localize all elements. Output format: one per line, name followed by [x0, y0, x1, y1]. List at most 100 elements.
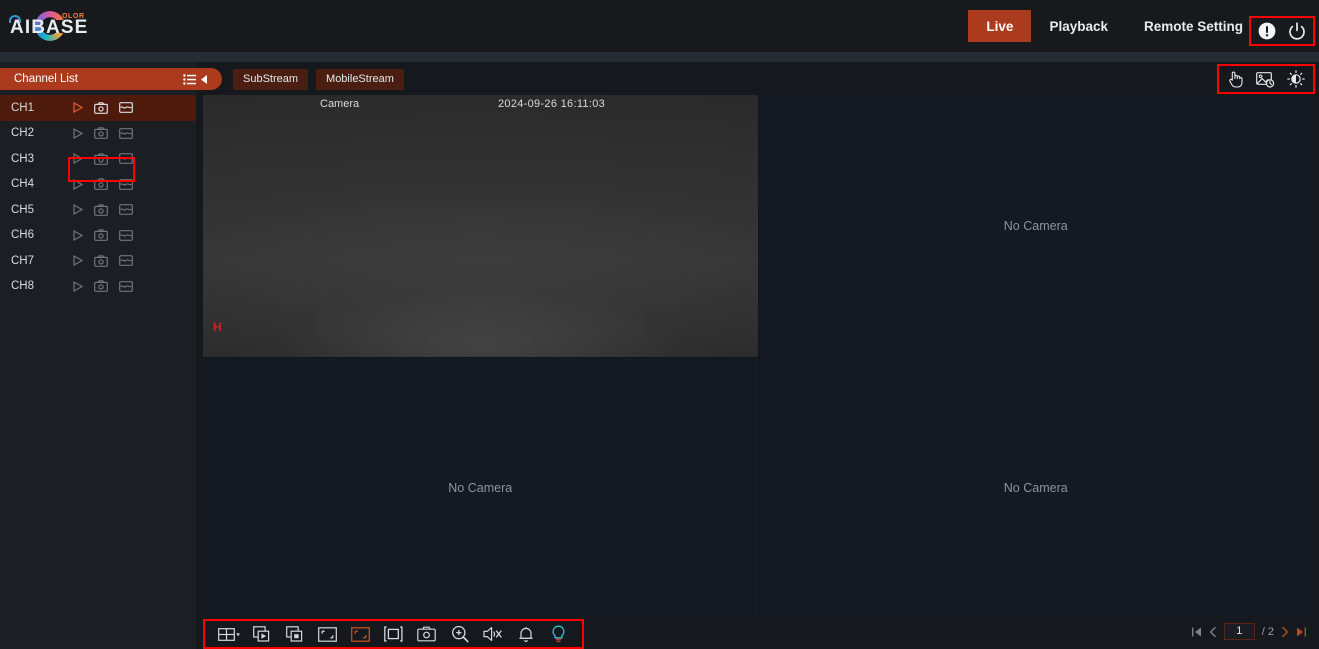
brand-logo: AIBASE OLOR [6, 8, 88, 44]
snapshot-icon[interactable] [94, 203, 108, 216]
play-icon[interactable] [72, 102, 83, 114]
channel-row-ch3[interactable]: CH3 [0, 146, 196, 172]
app-root: AIBASE OLOR Live Playback Remote Setting… [0, 0, 1319, 649]
app-header: AIBASE OLOR Live Playback Remote Setting [0, 0, 1319, 52]
mobilestream-button[interactable]: MobileStream [316, 69, 404, 90]
record-icon[interactable] [119, 178, 133, 190]
channel-actions [72, 127, 133, 140]
channel-list-header[interactable]: Channel List [0, 68, 222, 90]
channel-sidebar: Channel List CH1 CH2 CH3 CH4 CH5 CH6 CH7… [0, 62, 222, 649]
play-icon[interactable] [72, 127, 83, 139]
play-icon[interactable] [72, 229, 83, 241]
main-nav: Live Playback Remote Setting [968, 10, 1261, 42]
pagination: 1 / 2 [1191, 623, 1307, 640]
alarm-bell-icon[interactable] [509, 626, 542, 643]
collapse-left-icon[interactable] [201, 74, 208, 84]
channel-actions [72, 229, 133, 242]
video-cell-2[interactable]: No Camera [758, 95, 1313, 357]
bottom-bar: 1 / 2 [203, 619, 1313, 649]
snapshot-icon[interactable] [410, 626, 443, 642]
play-icon[interactable] [72, 153, 83, 165]
video-stream-image [203, 95, 758, 357]
original-proportion-icon[interactable] [311, 626, 344, 642]
no-camera-label: No Camera [1003, 481, 1068, 496]
page-number-input[interactable]: 1 [1223, 623, 1255, 640]
snapshot-icon[interactable] [94, 254, 108, 267]
stream-quality-flag: H [213, 319, 222, 334]
nav-tab-playback[interactable]: Playback [1031, 10, 1126, 42]
channel-row-ch6[interactable]: CH6 [0, 223, 196, 249]
channel-list-header-icons [183, 73, 208, 85]
channel-label: CH1 [11, 101, 35, 114]
video-cell-3[interactable]: No Camera [203, 357, 758, 619]
no-camera-label: No Camera [1003, 218, 1068, 233]
snapshot-icon[interactable] [94, 127, 108, 140]
channel-row-ch1[interactable]: CH1 [0, 95, 196, 121]
grid-layout-icon[interactable] [212, 627, 245, 642]
record-icon[interactable] [119, 255, 133, 267]
play-icon[interactable] [72, 178, 83, 190]
image-playback-icon[interactable] [1256, 71, 1275, 88]
channel-actions [72, 203, 133, 216]
stretch-icon[interactable] [344, 626, 377, 642]
nav-tab-live[interactable]: Live [968, 10, 1032, 42]
prev-page-icon[interactable] [1209, 626, 1217, 638]
snapshot-icon[interactable] [94, 229, 108, 242]
channel-label: CH7 [11, 254, 35, 267]
power-icon[interactable] [1287, 21, 1307, 41]
record-icon[interactable] [119, 127, 133, 139]
snapshot-icon[interactable] [94, 152, 108, 165]
channel-actions [72, 178, 133, 191]
play-icon[interactable] [72, 204, 83, 216]
snapshot-icon[interactable] [94, 101, 108, 114]
record-icon[interactable] [119, 229, 133, 241]
video-cell-1[interactable]: Camera 2024-09-26 16:11:03 H [203, 95, 758, 357]
record-icon[interactable] [119, 204, 133, 216]
play-icon[interactable] [72, 255, 83, 267]
last-page-icon[interactable] [1296, 626, 1307, 638]
channel-row-ch7[interactable]: CH7 [0, 248, 196, 274]
snapshot-icon[interactable] [94, 178, 108, 191]
mute-icon[interactable] [476, 626, 509, 642]
play-icon[interactable] [72, 280, 83, 292]
digital-zoom-icon[interactable] [443, 625, 476, 643]
substream-button[interactable]: SubStream [233, 69, 309, 90]
page-total-label: / 2 [1261, 625, 1274, 638]
alert-icon[interactable] [1257, 21, 1277, 41]
channel-actions [72, 152, 133, 165]
channel-label: CH8 [11, 280, 35, 293]
record-icon[interactable] [119, 280, 133, 292]
light-bulb-icon[interactable] [542, 625, 575, 643]
channel-actions [72, 280, 133, 293]
brand-superscript: OLOR [62, 13, 85, 20]
channel-actions [72, 101, 133, 114]
channel-row-ch2[interactable]: CH2 [0, 121, 196, 147]
channel-list-title: Channel List [14, 73, 78, 85]
next-page-icon[interactable] [1281, 626, 1289, 638]
channel-label: CH4 [11, 178, 35, 191]
header-divider [0, 52, 1319, 62]
top-right-tool-group [1217, 64, 1315, 94]
no-camera-label: No Camera [448, 481, 513, 496]
channel-label: CH6 [11, 229, 35, 242]
stop-all-icon[interactable] [278, 626, 311, 642]
first-page-icon[interactable] [1191, 626, 1202, 638]
channel-row-ch8[interactable]: CH8 [0, 274, 196, 300]
brightness-settings-icon[interactable] [1287, 70, 1305, 88]
nav-tab-remote-setting[interactable]: Remote Setting [1126, 10, 1261, 42]
channel-actions [72, 254, 133, 267]
brand-name: AIBASE [10, 17, 89, 38]
record-icon[interactable] [119, 102, 133, 114]
header-icon-group [1249, 16, 1315, 46]
record-icon[interactable] [119, 153, 133, 165]
play-all-icon[interactable] [245, 626, 278, 642]
channel-label: CH3 [11, 152, 35, 165]
video-cell-4[interactable]: No Camera [758, 357, 1313, 619]
channel-row-ch4[interactable]: CH4 [0, 172, 196, 198]
snapshot-icon[interactable] [94, 280, 108, 293]
ptz-hand-icon[interactable] [1227, 70, 1244, 88]
fullscreen-icon[interactable] [377, 626, 410, 642]
channel-list: CH1 CH2 CH3 CH4 CH5 CH6 CH7 CH8 [0, 95, 196, 299]
channel-row-ch5[interactable]: CH5 [0, 197, 196, 223]
list-icon[interactable] [183, 73, 196, 85]
